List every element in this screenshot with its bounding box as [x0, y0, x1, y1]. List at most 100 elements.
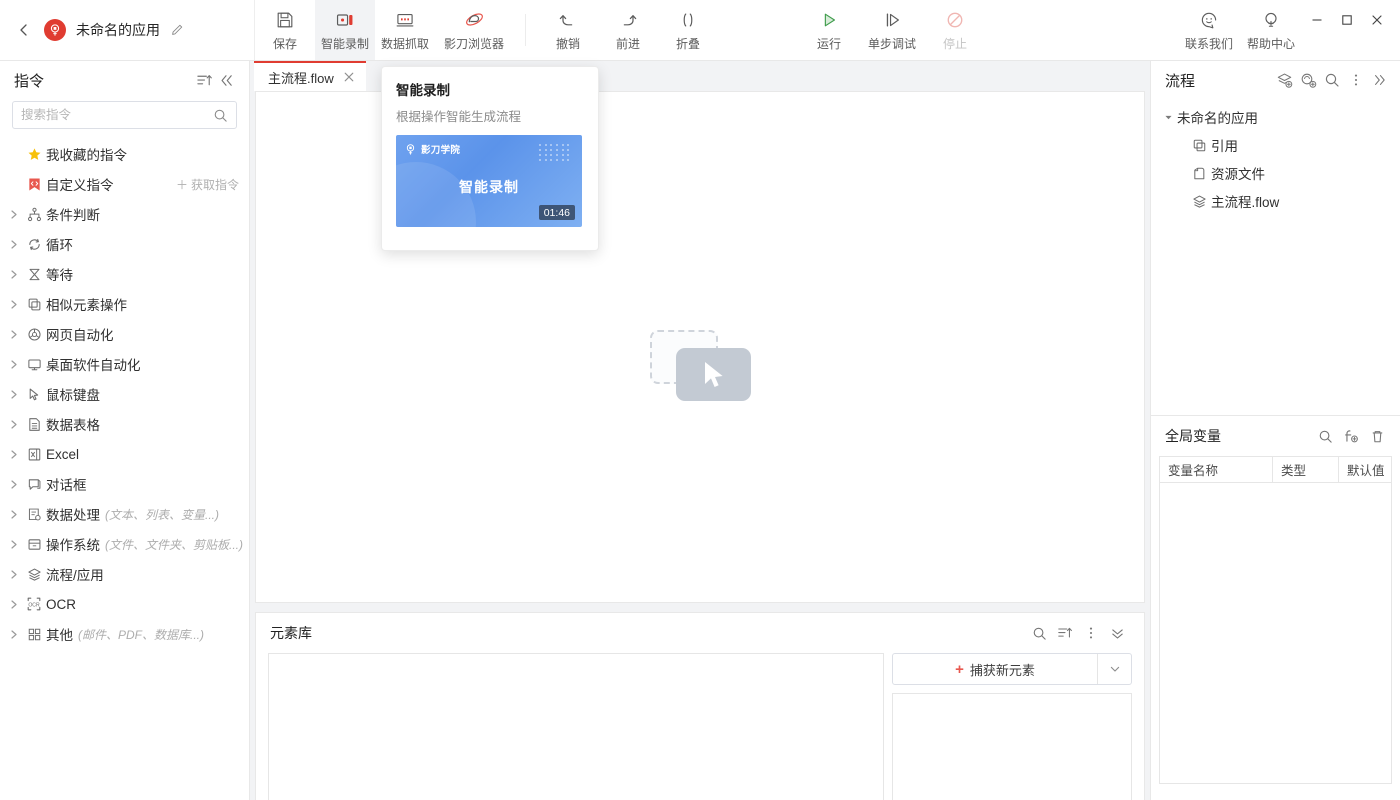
sidebar-hint: (邮件、PDF、数据库...)	[78, 626, 204, 643]
close-button[interactable]	[1362, 8, 1392, 32]
function-add-icon[interactable]	[1338, 424, 1364, 448]
toolbar-redo-button[interactable]: 前进	[598, 0, 658, 60]
sidebar-item-dialog[interactable]: 对话框	[0, 469, 249, 499]
instruction-panel-title: 指令	[14, 70, 193, 91]
collapse-left-icon[interactable]	[215, 69, 237, 91]
instruction-search-box[interactable]	[12, 101, 237, 129]
chevron-right-icon[interactable]	[6, 600, 22, 609]
tree-root-application[interactable]: 未命名的应用	[1151, 103, 1400, 131]
element-list[interactable]	[268, 653, 884, 800]
toolbar-smart-record-button[interactable]: 智能录制	[315, 0, 375, 60]
add-app-icon[interactable]	[1296, 68, 1320, 92]
table-header-row: 变量名称 类型 默认值	[1160, 457, 1391, 483]
chevron-right-icon[interactable]	[6, 510, 22, 519]
sidebar-item-flow-app[interactable]: 流程/应用	[0, 559, 249, 589]
sidebar-item-favorites[interactable]: 我收藏的指令	[0, 139, 249, 169]
toolbar-stop-button[interactable]: 停止	[925, 0, 985, 60]
sidebar-label: 等待	[46, 264, 73, 284]
sidebar-label: 相似元素操作	[46, 294, 127, 314]
search-icon[interactable]	[1320, 68, 1344, 92]
chevron-right-icon[interactable]	[6, 270, 22, 279]
chevron-right-icon[interactable]	[6, 570, 22, 579]
back-button[interactable]	[14, 20, 34, 40]
chevron-down-icon[interactable]	[1097, 654, 1131, 684]
search-icon[interactable]	[1312, 424, 1338, 448]
sidebar-label: 其他	[46, 624, 73, 644]
flow-panel-header: 流程	[1151, 61, 1400, 99]
sidebar-item-data-table[interactable]: 数据表格	[0, 409, 249, 439]
star-icon	[22, 147, 46, 162]
more-icon[interactable]	[1344, 68, 1368, 92]
instruction-panel-header: 指令	[0, 61, 249, 99]
toolbar-save-button[interactable]: 保存	[255, 0, 315, 60]
sidebar-item-loop[interactable]: 循环	[0, 229, 249, 259]
column-header-type: 类型	[1272, 457, 1338, 482]
tree-item-resource-file[interactable]: 资源文件	[1151, 159, 1400, 187]
chevron-right-icon[interactable]	[6, 330, 22, 339]
chevron-right-icon[interactable]	[6, 540, 22, 549]
sidebar-item-others[interactable]: 其他 (邮件、PDF、数据库...)	[0, 619, 249, 649]
sidebar-item-data-processing[interactable]: 数据处理 (文本、列表、变量...)	[0, 499, 249, 529]
chevron-right-icon[interactable]	[6, 390, 22, 399]
sidebar-item-condition[interactable]: 条件判断	[0, 199, 249, 229]
toolbar-divider-1	[525, 14, 526, 46]
toolbar-browser-button[interactable]: 影刀浏览器	[435, 0, 513, 60]
toolbar-help-button[interactable]: 帮助中心	[1240, 0, 1302, 60]
expand-right-icon[interactable]	[1368, 68, 1392, 92]
toolbar-step-debug-button[interactable]: 单步调试	[859, 0, 925, 60]
sidebar-item-operating-system[interactable]: 操作系统 (文件、文件夹、剪贴板...)	[0, 529, 249, 559]
sidebar-item-custom[interactable]: 自定义指令 ＋ 获取指令	[0, 169, 249, 199]
capture-element-main[interactable]: + 捕获新元素	[893, 654, 1097, 684]
toolbar-buttons: 保存 智能录制	[255, 0, 1400, 60]
toolbar-run-label: 运行	[817, 35, 841, 52]
chevron-right-icon[interactable]	[6, 300, 22, 309]
tab-main-flow[interactable]: 主流程.flow	[254, 61, 366, 91]
chevron-right-icon[interactable]	[6, 630, 22, 639]
data-grab-icon	[395, 9, 415, 31]
sidebar-item-web-automation[interactable]: 网页自动化	[0, 319, 249, 349]
chevron-right-icon[interactable]	[6, 420, 22, 429]
close-icon[interactable]	[344, 72, 354, 82]
capture-element-button[interactable]: + 捕获新元素	[892, 653, 1132, 685]
minimize-button[interactable]	[1302, 8, 1332, 32]
delete-icon[interactable]	[1364, 424, 1390, 448]
layers-icon	[22, 567, 46, 582]
branch-icon	[22, 207, 46, 222]
tutorial-video-thumbnail[interactable]: 影刀学院 智能录制 01:46	[396, 135, 582, 227]
stop-icon	[945, 9, 965, 31]
toolbar-save-label: 保存	[273, 35, 297, 52]
sidebar-item-ocr[interactable]: OCR OCR	[0, 589, 249, 619]
add-flow-icon[interactable]	[1272, 68, 1296, 92]
sidebar-item-mouse-keyboard[interactable]: 鼠标键盘	[0, 379, 249, 409]
get-instruction-action[interactable]: ＋ 获取指令	[176, 176, 239, 193]
element-preview-box	[892, 693, 1132, 800]
toolbar-collapse-button[interactable]: 折叠	[658, 0, 718, 60]
toolbar-run-button[interactable]: 运行	[799, 0, 859, 60]
search-icon[interactable]	[1026, 621, 1052, 645]
smiley-icon	[1199, 9, 1219, 31]
tree-item-reference[interactable]: 引用	[1151, 131, 1400, 159]
chevron-collapse-icon[interactable]	[1104, 621, 1130, 645]
more-icon[interactable]	[1078, 621, 1104, 645]
chevron-right-icon[interactable]	[6, 480, 22, 489]
sidebar-item-excel[interactable]: Excel	[0, 439, 249, 469]
toolbar-data-grab-button[interactable]: 数据抓取	[375, 0, 435, 60]
sort-icon[interactable]	[193, 69, 215, 91]
chevron-down-icon[interactable]	[1159, 113, 1177, 122]
chevron-right-icon[interactable]	[6, 240, 22, 249]
edit-name-icon[interactable]	[170, 23, 184, 37]
sidebar-item-desktop-automation[interactable]: 桌面软件自动化	[0, 349, 249, 379]
save-icon	[275, 9, 295, 31]
maximize-button[interactable]	[1332, 8, 1362, 32]
sheet-icon	[22, 417, 46, 432]
chevron-right-icon[interactable]	[6, 450, 22, 459]
toolbar-contact-button[interactable]: 联系我们	[1178, 0, 1240, 60]
sidebar-item-wait[interactable]: 等待	[0, 259, 249, 289]
chevron-right-icon[interactable]	[6, 210, 22, 219]
search-input[interactable]	[21, 108, 213, 122]
sort-icon[interactable]	[1052, 621, 1078, 645]
chevron-right-icon[interactable]	[6, 360, 22, 369]
toolbar-undo-button[interactable]: 撤销	[538, 0, 598, 60]
tree-item-main-flow[interactable]: 主流程.flow	[1151, 187, 1400, 215]
sidebar-item-similar-elements[interactable]: 相似元素操作	[0, 289, 249, 319]
